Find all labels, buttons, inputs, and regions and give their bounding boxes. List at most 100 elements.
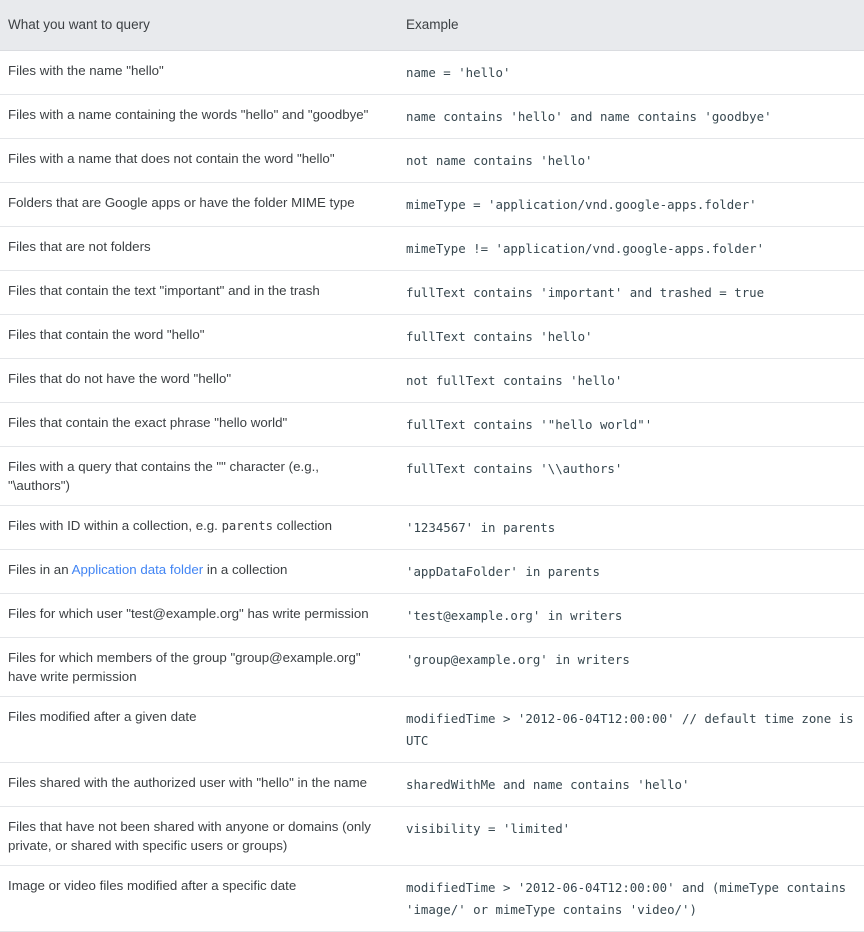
table-row: Files with a name that does not contain … bbox=[0, 138, 864, 183]
table-row: Files shared with the authorized user wi… bbox=[0, 762, 864, 807]
table-row: Files modified after a given date modifie… bbox=[0, 696, 864, 763]
table-row: Files that contain the exact phrase "hel… bbox=[0, 402, 864, 447]
query-example-cell: visibility = 'limited' bbox=[396, 806, 864, 866]
query-description-cell: Folders that are Google apps or have the… bbox=[0, 182, 396, 227]
query-example-cell: not fullText contains 'hello' bbox=[396, 358, 864, 403]
query-example-code: 'appDataFolder' in parents bbox=[406, 564, 600, 579]
query-example-cell: not name contains 'hello' bbox=[396, 138, 864, 183]
column-header-description: What you want to query bbox=[0, 0, 396, 51]
description-text: Folders that are Google apps or have the… bbox=[8, 195, 355, 210]
query-description-cell: Files in an Application data folder in a… bbox=[0, 549, 396, 594]
table-row: Files in an Application data folder in a… bbox=[0, 549, 864, 594]
query-example-code: not fullText contains 'hello' bbox=[406, 373, 623, 388]
query-example-code: mimeType = 'application/vnd.google-apps.… bbox=[406, 197, 757, 212]
query-example-cell: fullText contains '"hello world"' bbox=[396, 402, 864, 447]
query-example-cell: '1234567' in parents bbox=[396, 505, 864, 550]
query-example-cell: sharedWithMe and name contains 'hello' bbox=[396, 762, 864, 807]
query-description-cell: Files that contain the text "important" … bbox=[0, 270, 396, 315]
query-example-cell: mimeType = 'application/vnd.google-apps.… bbox=[396, 182, 864, 227]
table-row: Files with a name containing the words "… bbox=[0, 94, 864, 139]
query-example-code: not name contains 'hello' bbox=[406, 153, 593, 168]
inline-code-token: parents bbox=[221, 519, 273, 533]
table-row: Image or video files modified after a sp… bbox=[0, 865, 864, 932]
query-example-code: name = 'hello' bbox=[406, 65, 511, 80]
description-text: Files with a name containing the words "… bbox=[8, 107, 369, 122]
description-text: Files that contain the word "hello" bbox=[8, 327, 205, 342]
table-row: Files that contain the text "important" … bbox=[0, 270, 864, 315]
query-example-code: '1234567' in parents bbox=[406, 520, 556, 535]
query-description-cell: Files that have not been shared with any… bbox=[0, 806, 396, 866]
query-example-cell: fullText contains 'important' and trashe… bbox=[396, 270, 864, 315]
query-description-cell: Files modified after a given date bbox=[0, 696, 396, 763]
query-example-cell: modifiedTime > '2012-06-04T12:00:00' and… bbox=[396, 865, 864, 932]
query-example-code: fullText contains 'hello' bbox=[406, 329, 593, 344]
query-description-cell: Files with a name containing the words "… bbox=[0, 94, 396, 139]
description-text: collection bbox=[272, 518, 333, 533]
query-example-code: sharedWithMe and name contains 'hello' bbox=[406, 777, 690, 792]
query-example-cell: 'test@example.org' in writers bbox=[396, 593, 864, 638]
description-text: Files that do not have the word "hello" bbox=[8, 371, 232, 386]
table-row: Files that are not folders mimeType != 'a… bbox=[0, 226, 864, 271]
table-body: Files with the name "hello" name = 'hello… bbox=[0, 50, 864, 932]
description-text: Files shared with the authorized user wi… bbox=[8, 775, 368, 790]
table-row: Files with ID within a collection, e.g. … bbox=[0, 505, 864, 550]
description-text: in a collection bbox=[203, 562, 288, 577]
query-reference-table: What you want to query Example Files wit… bbox=[0, 0, 864, 932]
query-description-cell: Image or video files modified after a sp… bbox=[0, 865, 396, 932]
table-header: What you want to query Example bbox=[0, 0, 864, 51]
table-row: Files with a query that contains the "" … bbox=[0, 446, 864, 506]
description-text: Files that contain the exact phrase "hel… bbox=[8, 415, 288, 430]
query-example-cell: 'appDataFolder' in parents bbox=[396, 549, 864, 594]
table-row: Files that contain the word "hello" fullT… bbox=[0, 314, 864, 359]
query-description-cell: Files with a query that contains the "" … bbox=[0, 446, 396, 506]
query-description-cell: Files that contain the exact phrase "hel… bbox=[0, 402, 396, 447]
query-example-cell: name = 'hello' bbox=[396, 50, 864, 95]
table-row: Files for which members of the group "gr… bbox=[0, 637, 864, 697]
query-description-cell: Files with the name "hello" bbox=[0, 50, 396, 95]
description-text: Image or video files modified after a sp… bbox=[8, 878, 297, 893]
table-row: Files that do not have the word "hello" n… bbox=[0, 358, 864, 403]
description-text: Files modified after a given date bbox=[8, 709, 197, 724]
query-example-code: fullText contains 'important' and trashe… bbox=[406, 285, 765, 300]
query-description-cell: Files that do not have the word "hello" bbox=[0, 358, 396, 403]
query-description-cell: Files shared with the authorized user wi… bbox=[0, 762, 396, 807]
query-example-code: fullText contains '"hello world"' bbox=[406, 417, 653, 432]
table-row: Files that have not been shared with any… bbox=[0, 806, 864, 866]
query-example-code: modifiedTime > '2012-06-04T12:00:00' // … bbox=[406, 711, 862, 748]
query-example-cell: modifiedTime > '2012-06-04T12:00:00' // … bbox=[396, 696, 864, 763]
query-example-code: 'test@example.org' in writers bbox=[406, 608, 623, 623]
query-description-cell: Files that are not folders bbox=[0, 226, 396, 271]
description-text: Files with a name that does not contain … bbox=[8, 151, 335, 166]
query-example-cell: mimeType != 'application/vnd.google-apps… bbox=[396, 226, 864, 271]
table-row: Files for which user "test@example.org" … bbox=[0, 593, 864, 638]
table-row: Folders that are Google apps or have the… bbox=[0, 182, 864, 227]
query-example-cell: fullText contains '\\authors' bbox=[396, 446, 864, 506]
query-example-code: fullText contains '\\authors' bbox=[406, 461, 623, 476]
query-description-cell: Files for which user "test@example.org" … bbox=[0, 593, 396, 638]
description-text: Files with ID within a collection, e.g. bbox=[8, 518, 222, 533]
query-example-code: visibility = 'limited' bbox=[406, 821, 571, 836]
query-example-code: modifiedTime > '2012-06-04T12:00:00' and… bbox=[406, 880, 854, 917]
query-description-cell: Files that contain the word "hello" bbox=[0, 314, 396, 359]
query-example-cell: name contains 'hello' and name contains … bbox=[396, 94, 864, 139]
description-text: Files that are not folders bbox=[8, 239, 151, 254]
query-description-cell: Files with ID within a collection, e.g. … bbox=[0, 505, 396, 550]
query-description-cell: Files with a name that does not contain … bbox=[0, 138, 396, 183]
query-example-cell: fullText contains 'hello' bbox=[396, 314, 864, 359]
query-description-cell: Files for which members of the group "gr… bbox=[0, 637, 396, 697]
table-header-row: What you want to query Example bbox=[0, 0, 864, 51]
query-example-code: 'group@example.org' in writers bbox=[406, 652, 630, 667]
query-example-cell: 'group@example.org' in writers bbox=[396, 637, 864, 697]
description-text: Files in an bbox=[8, 562, 72, 577]
application-data-folder-link[interactable]: Application data folder bbox=[72, 562, 204, 577]
description-text: Files for which members of the group "gr… bbox=[8, 650, 361, 684]
description-text: Files that have not been shared with any… bbox=[8, 819, 371, 853]
description-text: Files that contain the text "important" … bbox=[8, 283, 320, 298]
query-example-code: mimeType != 'application/vnd.google-apps… bbox=[406, 241, 765, 256]
table-row: Files with the name "hello" name = 'hello… bbox=[0, 50, 864, 95]
description-text: Files with the name "hello" bbox=[8, 63, 164, 78]
column-header-example: Example bbox=[396, 0, 864, 51]
query-example-code: name contains 'hello' and name contains … bbox=[406, 109, 772, 124]
description-text: Files for which user "test@example.org" … bbox=[8, 606, 369, 621]
description-text: Files with a query that contains the "" … bbox=[8, 459, 319, 493]
